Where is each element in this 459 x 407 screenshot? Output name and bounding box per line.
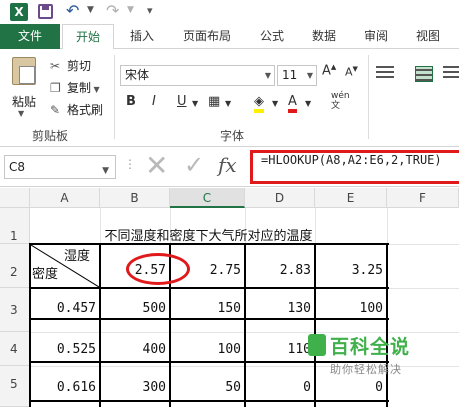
underline-dropdown-icon[interactable]: ▼ (192, 99, 198, 108)
cell-c4[interactable]: 100 (170, 342, 241, 357)
tab-formulas[interactable]: 公式 (250, 24, 294, 49)
row-header-3[interactable]: 3 (0, 288, 30, 332)
quick-access-toolbar: X ↶ ▼ ↷ ▼ ▾ (0, 0, 459, 24)
borders-icon[interactable]: ▦ (208, 94, 220, 109)
align-top-icon[interactable] (376, 66, 394, 82)
increase-font-icon[interactable]: A▲ (322, 63, 336, 78)
chevron-down-icon: ▼ (264, 71, 271, 80)
font-size-dropdown[interactable]: 11 ▼ (277, 65, 317, 86)
cell-d4[interactable]: 110 (245, 342, 311, 357)
tab-file[interactable]: 文件 (0, 24, 60, 49)
enter-icon[interactable]: ✓ (184, 151, 204, 179)
decrease-font-icon[interactable]: A▼ (345, 65, 358, 79)
tab-insert[interactable]: 插入 (120, 24, 164, 49)
bold-button[interactable]: B (126, 94, 136, 109)
fill-color-dropdown-icon[interactable]: ▼ (272, 99, 278, 108)
cancel-icon[interactable]: ✕ (145, 149, 168, 182)
font-color-icon[interactable]: A (288, 94, 297, 113)
scissors-icon: ✂ (50, 59, 61, 73)
row-header-4[interactable]: 4 (0, 332, 30, 366)
borders-dropdown-icon[interactable]: ▼ (225, 99, 231, 108)
fill-color-icon[interactable]: ◈ (254, 94, 264, 113)
paste-button[interactable]: 粘贴 (12, 93, 36, 110)
watermark-logo-icon (308, 334, 326, 356)
column-header-b[interactable]: B (100, 188, 170, 208)
cell-b5[interactable]: 300 (100, 380, 166, 395)
table-border (30, 318, 389, 320)
tab-view[interactable]: 视图 (406, 24, 450, 49)
cell-d5[interactable]: 0 (245, 380, 311, 395)
align-bottom-icon[interactable] (443, 66, 459, 82)
font-color-dropdown-icon[interactable]: ▼ (305, 99, 311, 108)
underline-button[interactable]: U (177, 94, 187, 109)
cell-e5[interactable]: 0 (315, 380, 383, 395)
cell-a5[interactable]: 0.616 (30, 380, 96, 395)
undo-icon[interactable]: ↶ (66, 1, 79, 20)
column-header-f[interactable]: F (387, 188, 459, 208)
cell-d3[interactable]: 130 (245, 301, 311, 316)
formula-input[interactable]: =HLOOKUP(A8,A2:E6,2,TRUE) (250, 150, 459, 184)
column-header-a[interactable]: A (30, 188, 100, 208)
tab-home[interactable]: 开始 (62, 24, 114, 50)
row-header-1[interactable]: 1 (0, 208, 30, 244)
row-header-2[interactable]: 2 (0, 244, 30, 288)
table-border (386, 243, 388, 407)
watermark: 百科全说 助你轻松解决 (308, 332, 430, 377)
chevron-down-icon: ▼ (306, 71, 313, 80)
watermark-subtitle: 助你轻松解决 (330, 363, 402, 376)
table-border (30, 400, 389, 402)
column-header-c[interactable]: C (170, 188, 245, 208)
more-options-icon: ⋮ (124, 157, 136, 171)
paste-icon[interactable] (12, 57, 36, 85)
customize-qat-icon[interactable]: ▾ (147, 4, 153, 17)
save-icon[interactable] (38, 4, 53, 19)
font-name-dropdown[interactable]: 宋体 ▼ (120, 65, 275, 86)
italic-button[interactable]: I (152, 94, 156, 109)
copy-button[interactable]: ❐ 复制 ▼ (50, 79, 100, 96)
excel-icon: X (10, 3, 28, 21)
paste-dropdown-icon[interactable]: ▼ (18, 109, 24, 118)
name-box[interactable]: C8 ▼ (4, 155, 116, 179)
redo-dropdown-icon[interactable]: ▼ (127, 5, 134, 15)
ribbon-home: 粘贴 ▼ ✂ 剪切 ❐ 复制 ▼ ✎ 格式刷 剪贴板 宋体 ▼ 11 ▼ A▲ A▼ B … (0, 49, 459, 147)
align-middle-icon[interactable] (415, 66, 433, 82)
highlight-circle (126, 253, 190, 285)
cell-c5[interactable]: 50 (170, 380, 241, 395)
copy-icon: ❐ (50, 81, 61, 95)
brush-icon: ✎ (50, 103, 61, 117)
insert-function-icon[interactable]: fx (218, 153, 237, 177)
tab-page-layout[interactable]: 页面布局 (172, 24, 242, 49)
cut-button[interactable]: ✂ 剪切 (50, 57, 91, 74)
ribbon-tabs: 文件 开始 插入 页面布局 公式 数据 审阅 视图 (0, 24, 459, 50)
group-separator (114, 55, 115, 139)
cell-b4[interactable]: 400 (100, 342, 166, 357)
cell-a4[interactable]: 0.525 (30, 342, 96, 357)
row-header-5[interactable]: 5 (0, 366, 30, 407)
header-humidity: 湿度 (64, 249, 91, 264)
chevron-down-icon: ▼ (102, 166, 109, 176)
clipboard-group-label: 剪贴板 (32, 129, 69, 143)
group-separator (368, 55, 369, 139)
cell-e3[interactable]: 100 (315, 301, 383, 316)
cell-e2[interactable]: 3.25 (315, 263, 383, 278)
watermark-title: 百科全说 (330, 336, 411, 358)
column-header-d[interactable]: D (245, 188, 315, 208)
cell-a3[interactable]: 0.457 (30, 301, 96, 316)
column-header-e[interactable]: E (315, 188, 387, 208)
cell-d2[interactable]: 2.83 (245, 263, 311, 278)
tab-data[interactable]: 数据 (302, 24, 346, 49)
cell-b3[interactable]: 500 (100, 301, 166, 316)
header-density: 密度 (32, 267, 59, 282)
redo-icon[interactable]: ↷ (106, 1, 119, 20)
table-title: 不同湿度和密度下大气所对应的温度 (104, 229, 313, 244)
font-group-label: 字体 (220, 129, 245, 143)
phonetic-guide-button[interactable]: wén 文 (331, 91, 350, 111)
formula-bar: C8 ▼ ⋮ ✕ ✓ fx =HLOOKUP(A8,A2:E6,2,TRUE) (0, 147, 459, 187)
cell-c3[interactable]: 150 (170, 301, 241, 316)
format-painter-button[interactable]: ✎ 格式刷 (50, 101, 103, 118)
select-all-corner[interactable] (0, 188, 30, 208)
undo-dropdown-icon[interactable]: ▼ (87, 5, 94, 15)
tab-review[interactable]: 审阅 (354, 24, 398, 49)
table-border (30, 287, 389, 289)
